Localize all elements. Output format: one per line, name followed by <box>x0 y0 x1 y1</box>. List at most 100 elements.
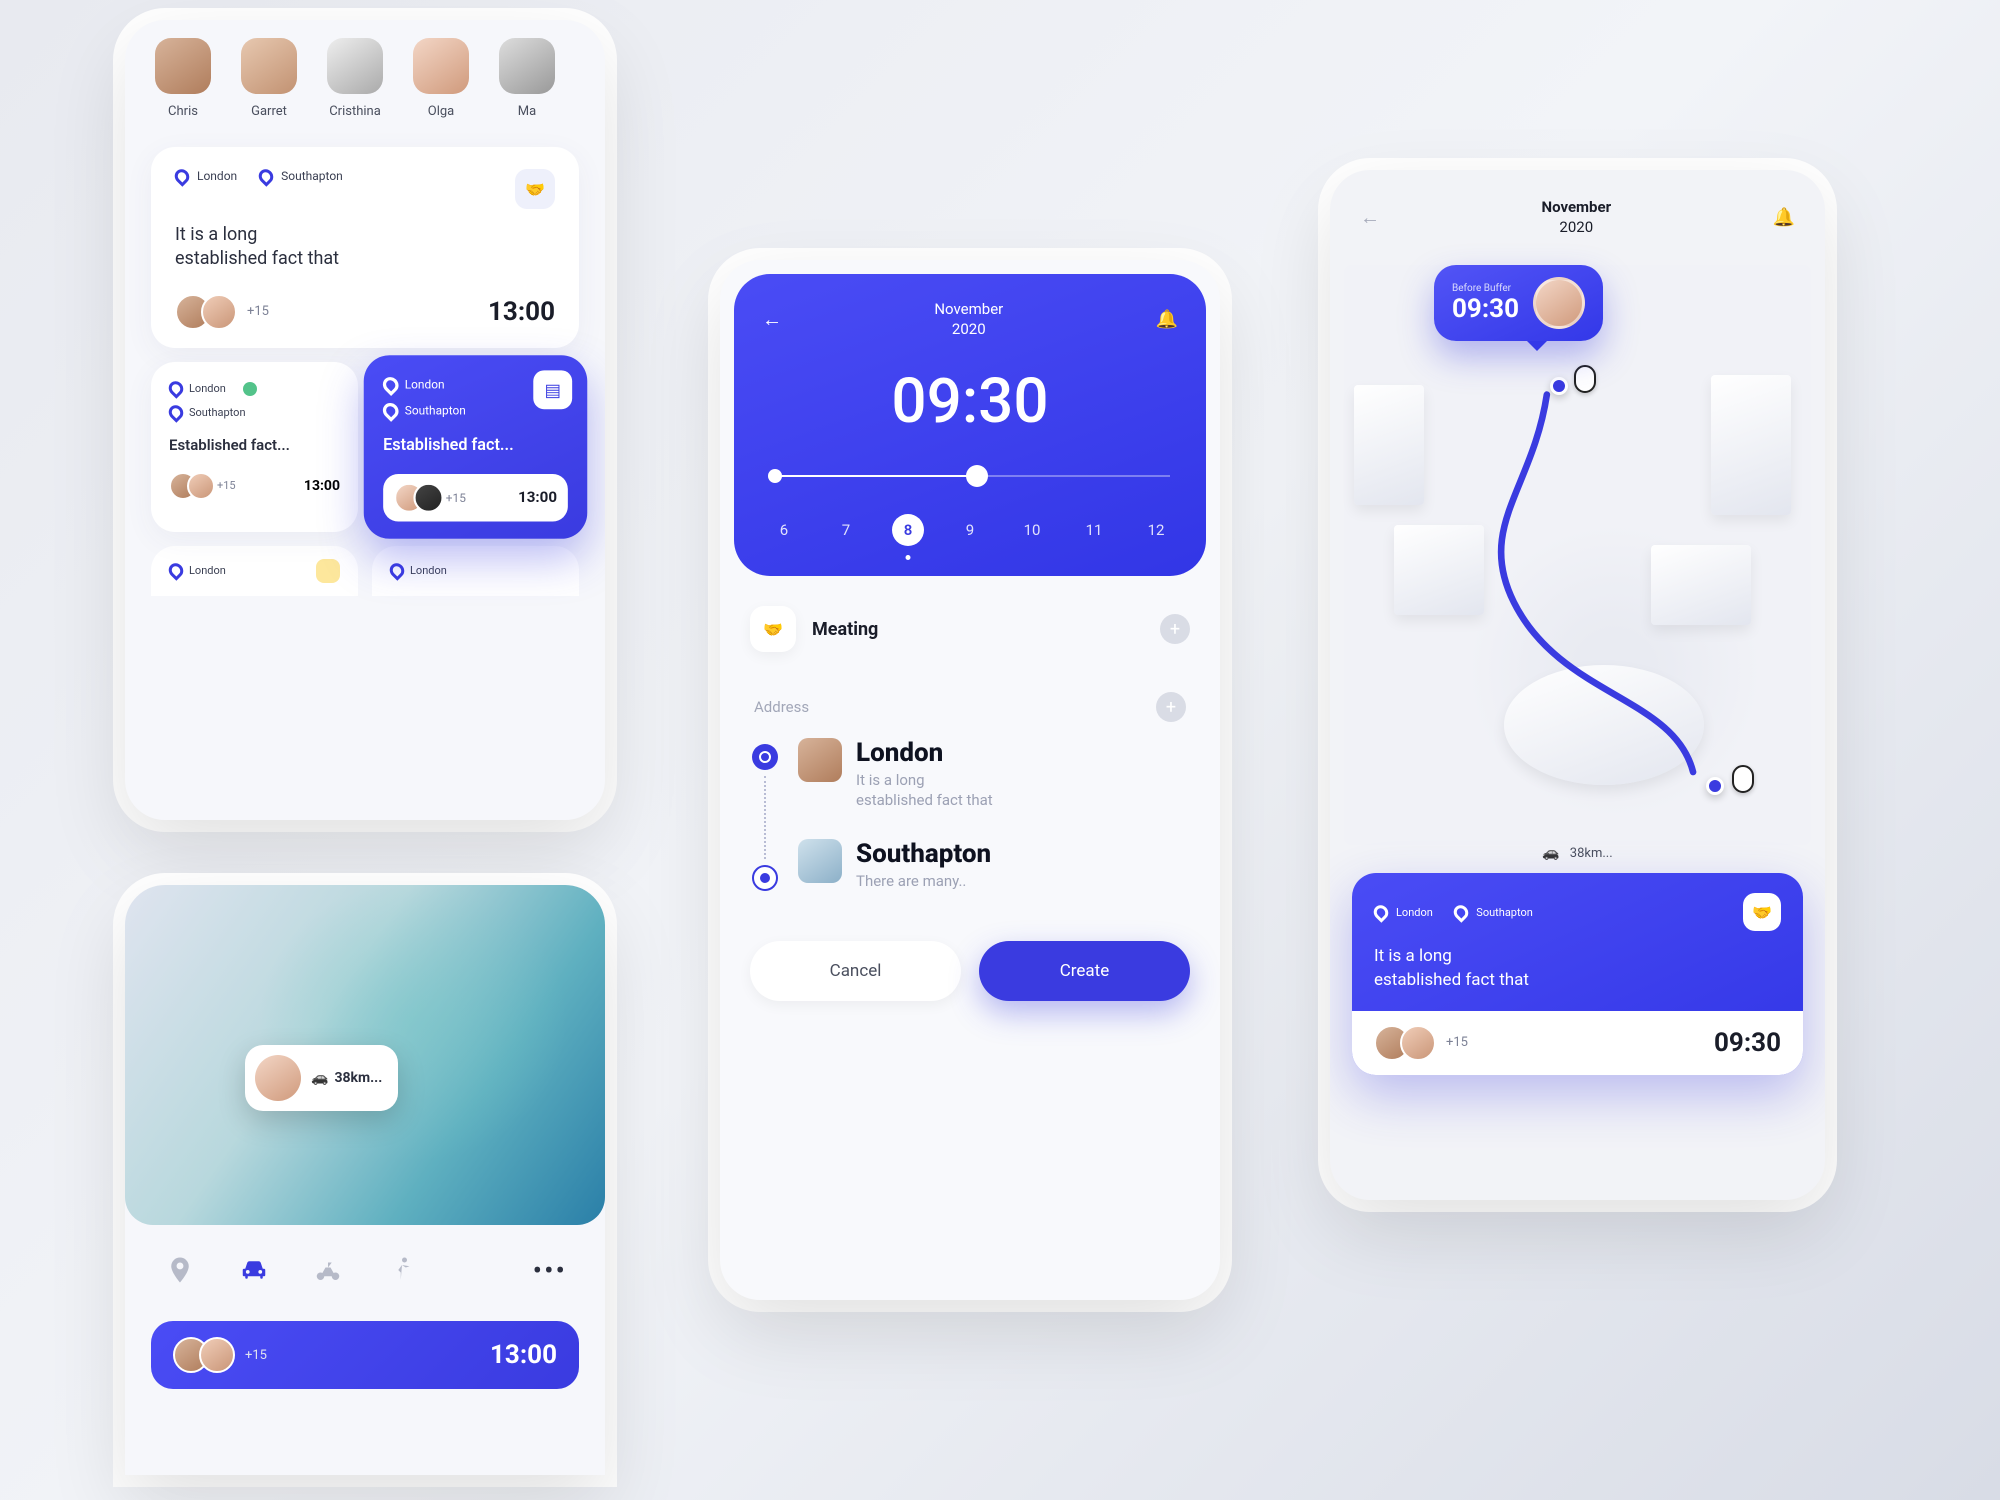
event-description: It is a long established fact that <box>175 223 555 272</box>
attendees-count: +15 <box>446 490 466 504</box>
note-icon[interactable]: ▤ <box>533 370 572 409</box>
map-event-card[interactable]: London Southapton It is a long establish… <box>1352 873 1803 1075</box>
event-time: 13:00 <box>304 478 340 494</box>
map-view[interactable]: Before Buffer09:30 <box>1344 265 1811 845</box>
contact-name: Chris <box>168 104 198 119</box>
pin-icon <box>390 564 404 578</box>
pin-icon <box>1454 905 1468 919</box>
route-stop-southapton[interactable]: SouthaptonThere are many.. <box>798 839 1190 891</box>
cancel-button[interactable]: Cancel <box>750 941 961 1001</box>
day-selector: 6 7 8 9 10 11 12 <box>762 514 1178 546</box>
more-icon[interactable]: ••• <box>533 1254 567 1287</box>
event-title: Established fact... <box>169 436 340 454</box>
buffer-label: Before Buffer <box>1452 283 1519 294</box>
add-button[interactable]: + <box>1160 614 1190 644</box>
meeting-label: Meating <box>812 619 1144 640</box>
add-address-button[interactable]: + <box>1156 692 1186 722</box>
car-icon <box>1542 845 1559 861</box>
location-to: Southapton <box>189 406 246 419</box>
transport-bike-icon[interactable] <box>311 1253 345 1287</box>
briefcase-icon <box>316 559 340 583</box>
car-icon <box>311 1070 328 1086</box>
location-from: London <box>410 564 447 577</box>
contact-olga[interactable]: Olga <box>413 38 469 119</box>
picker-time: 09:30 <box>762 365 1178 438</box>
pin-icon <box>259 169 273 183</box>
transport-car-icon[interactable] <box>237 1253 271 1287</box>
pin-icon <box>169 382 183 396</box>
avatar <box>201 294 237 330</box>
map-marker-end[interactable] <box>1706 777 1724 795</box>
map-person-icon <box>1732 765 1754 793</box>
distance-bubble[interactable]: 38km... <box>245 1045 398 1111</box>
distance-value: 38km... <box>1570 846 1613 861</box>
handshake-icon[interactable] <box>1743 893 1781 931</box>
slider-handle-end[interactable] <box>966 465 988 487</box>
day-9[interactable]: 9 <box>954 514 986 546</box>
event-time: 13:00 <box>518 489 557 506</box>
route-stop-london[interactable]: LondonIt is a long established fact that <box>798 738 1190 811</box>
attendees-count: +15 <box>1446 1035 1468 1050</box>
back-arrow-icon[interactable]: ← <box>1360 205 1380 230</box>
contact-garret[interactable]: Garret <box>241 38 297 119</box>
bell-icon[interactable]: 🔔 <box>1773 207 1795 228</box>
screen-create-event: ← November2020 🔔 09:30 6 7 8 9 10 11 12 … <box>720 260 1220 1300</box>
screen-map: ← November2020 🔔 Before Buffer09:30 38km… <box>1330 170 1825 1200</box>
buffer-card[interactable]: Before Buffer09:30 <box>1434 265 1603 341</box>
screen-event-list: Chris Garret Cristhina Olga Ma London So… <box>125 20 605 820</box>
event-card-small[interactable]: London Southapton Established fact... +1… <box>151 362 358 532</box>
transport-location-icon[interactable] <box>163 1253 197 1287</box>
time-slider[interactable] <box>770 464 1170 488</box>
day-8-selected[interactable]: 8 <box>892 514 924 546</box>
create-button[interactable]: Create <box>979 941 1190 1001</box>
location-from: London <box>1396 906 1433 919</box>
pin-icon <box>175 169 189 183</box>
meeting-type-row[interactable]: Meating + <box>750 606 1190 652</box>
transport-tabs: ••• <box>125 1225 605 1307</box>
hero-image: 38km... <box>125 885 605 1225</box>
map-person-icon <box>1574 365 1596 393</box>
attendees[interactable]: +15 <box>175 294 269 330</box>
avatar <box>798 738 842 782</box>
screen-transport: 38km... ••• +15 13:00 <box>125 885 605 1475</box>
distance-row: 38km... <box>1330 845 1825 861</box>
event-card-small-selected[interactable]: ▤ London Southapton Established fact... … <box>364 355 588 539</box>
contacts-row: Chris Garret Cristhina Olga Ma <box>125 20 605 133</box>
pin-icon <box>169 406 183 420</box>
slider-handle-start[interactable] <box>768 469 782 483</box>
contact-name: Olga <box>428 104 454 119</box>
day-10[interactable]: 10 <box>1016 514 1048 546</box>
bell-icon[interactable]: 🔔 <box>1156 309 1178 330</box>
day-7[interactable]: 7 <box>830 514 862 546</box>
handshake-icon[interactable] <box>515 169 555 209</box>
avatar <box>413 482 443 512</box>
avatar <box>499 38 555 94</box>
city-sub: There are many.. <box>856 871 991 891</box>
pin-icon <box>383 402 398 417</box>
day-6[interactable]: 6 <box>768 514 800 546</box>
locations: London Southapton <box>175 169 343 183</box>
avatar <box>1533 277 1585 329</box>
event-card[interactable]: London Southapton It is a long establish… <box>151 147 579 348</box>
event-card-stub[interactable]: London <box>151 546 358 596</box>
day-11[interactable]: 11 <box>1078 514 1110 546</box>
day-12[interactable]: 12 <box>1140 514 1172 546</box>
avatar <box>241 38 297 94</box>
contact-more[interactable]: Ma <box>499 38 555 119</box>
selected-trip-card[interactable]: +15 13:00 <box>151 1321 579 1389</box>
map-marker-start[interactable] <box>1550 377 1568 395</box>
attendees-count: +15 <box>245 1348 267 1363</box>
back-arrow-icon[interactable]: ← <box>762 307 782 332</box>
avatar <box>199 1337 235 1373</box>
location-from: London <box>405 377 445 391</box>
contact-chris[interactable]: Chris <box>155 38 211 119</box>
event-card-stub[interactable]: London <box>372 546 579 596</box>
contact-cristhina[interactable]: Cristhina <box>327 38 383 119</box>
transport-run-icon[interactable] <box>385 1253 419 1287</box>
avatar <box>327 38 383 94</box>
event-time: 13:00 <box>488 297 555 327</box>
avatar <box>1400 1025 1436 1061</box>
avatar <box>413 38 469 94</box>
location-to: Southapton <box>405 403 466 417</box>
time-picker: ← November2020 🔔 09:30 6 7 8 9 10 11 12 <box>734 274 1206 576</box>
